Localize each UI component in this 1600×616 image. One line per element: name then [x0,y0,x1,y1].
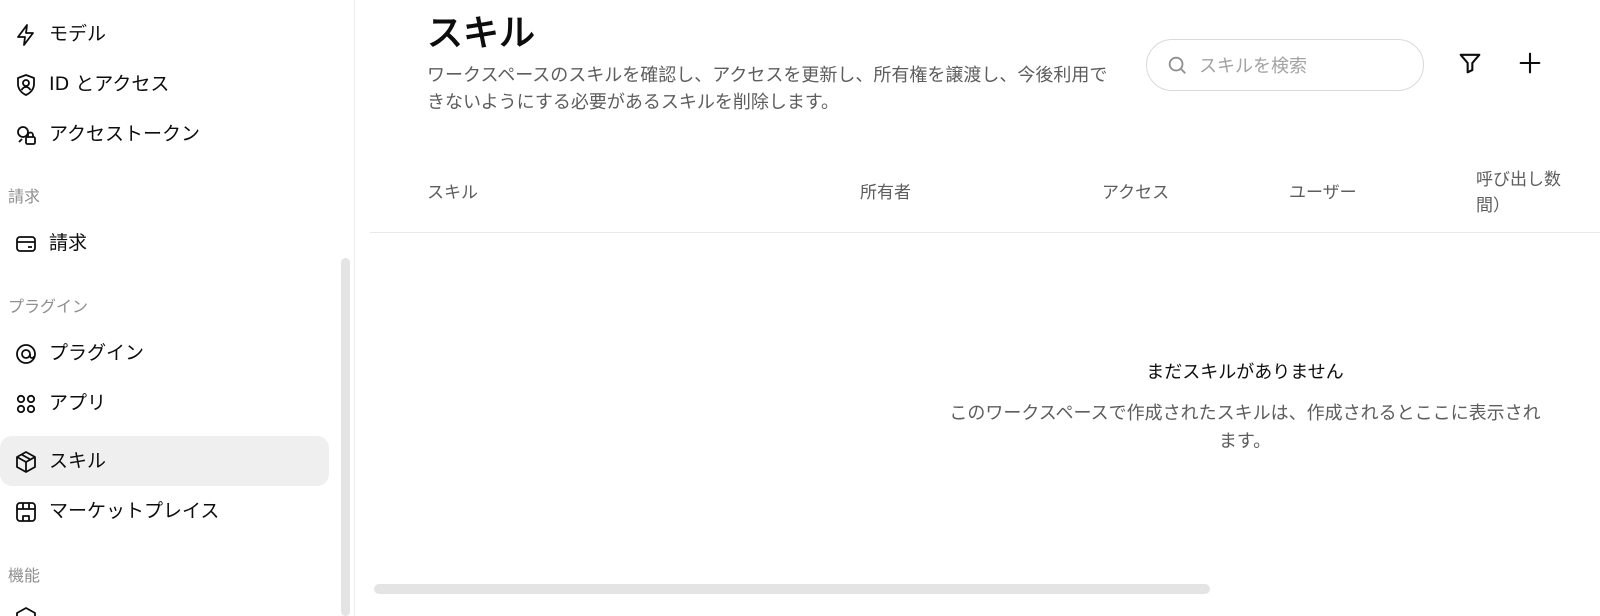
empty-state-title: まだスキルがありません [1146,362,1344,383]
sidebar-item-access-tokens[interactable]: アクセストークン [0,109,329,159]
cube-icon [13,449,38,474]
sidebar-scrollbar[interactable] [341,258,350,616]
section-header-plugins: プラグイン [8,297,89,316]
apps-grid-icon [13,391,38,416]
sidebar-item-label: マーケットプレイス [49,500,220,522]
search-box[interactable] [1146,39,1424,91]
sidebar-item-label: ID とアクセス [49,73,170,95]
search-input[interactable] [1197,50,1411,82]
search-icon [1166,54,1188,76]
sidebar-item-skills[interactable]: スキル [0,436,329,486]
plugin-icon [13,341,38,366]
horizontal-scrollbar[interactable] [374,584,1210,594]
user-shield-icon [13,72,38,97]
sidebar-item-label: 請求 [49,232,88,254]
sidebar-item-billing[interactable]: 請求 [0,218,329,268]
storefront-icon [13,499,38,524]
page-title: スキル [427,13,536,54]
sidebar-item-label: スキル [49,450,107,472]
section-header-features: 機能 [8,566,41,585]
main-content: スキル ワークスペースのスキルを確認し、アクセスを更新し、所有権を譲渡し、今後利… [355,0,1600,616]
sidebar-item-apps[interactable]: アプリ [0,378,329,428]
credit-card-icon [13,231,38,256]
filter-icon [1456,49,1484,81]
table-header: スキル 所有者 アクセス ユーザー 呼び出し数間） [370,160,1600,233]
add-skill-button[interactable] [1515,50,1545,80]
section-header-billing: 請求 [8,187,41,206]
sidebar-item-marketplace[interactable]: マーケットプレイス [0,486,329,536]
lightning-icon [13,22,38,47]
sidebar-item-id-access[interactable]: ID とアクセス [0,59,329,109]
sidebar-item-models[interactable]: モデル [0,9,329,59]
column-header-invocations[interactable]: 呼び出し数間） [1476,167,1576,219]
sidebar-item-plugins[interactable]: プラグイン [0,328,329,378]
column-header-skill[interactable]: スキル [427,180,478,206]
plus-icon [1516,49,1544,81]
sidebar-item-label: モデル [49,23,107,45]
column-header-owner[interactable]: 所有者 [860,180,911,206]
key-lock-icon [13,122,38,147]
page-description: ワークスペースのスキルを確認し、アクセスを更新し、所有権を譲渡し、今後利用できな… [427,65,1108,113]
sidebar: モデル ID とアクセス アクセストークン 請求 請求 プラグイン プラグイン … [0,0,355,616]
empty-state-description: このワークスペースで作成されたスキルは、作成されるとここに表示されます。 [949,403,1541,452]
column-header-users[interactable]: ユーザー [1289,180,1357,206]
sidebar-item-label: アプリ [49,392,107,414]
sidebar-item-label: アクセストークン [49,123,201,145]
cube-icon [14,606,38,616]
column-header-access[interactable]: アクセス [1102,180,1169,206]
sidebar-item-label: プラグイン [49,342,145,364]
filter-button[interactable] [1455,50,1485,80]
